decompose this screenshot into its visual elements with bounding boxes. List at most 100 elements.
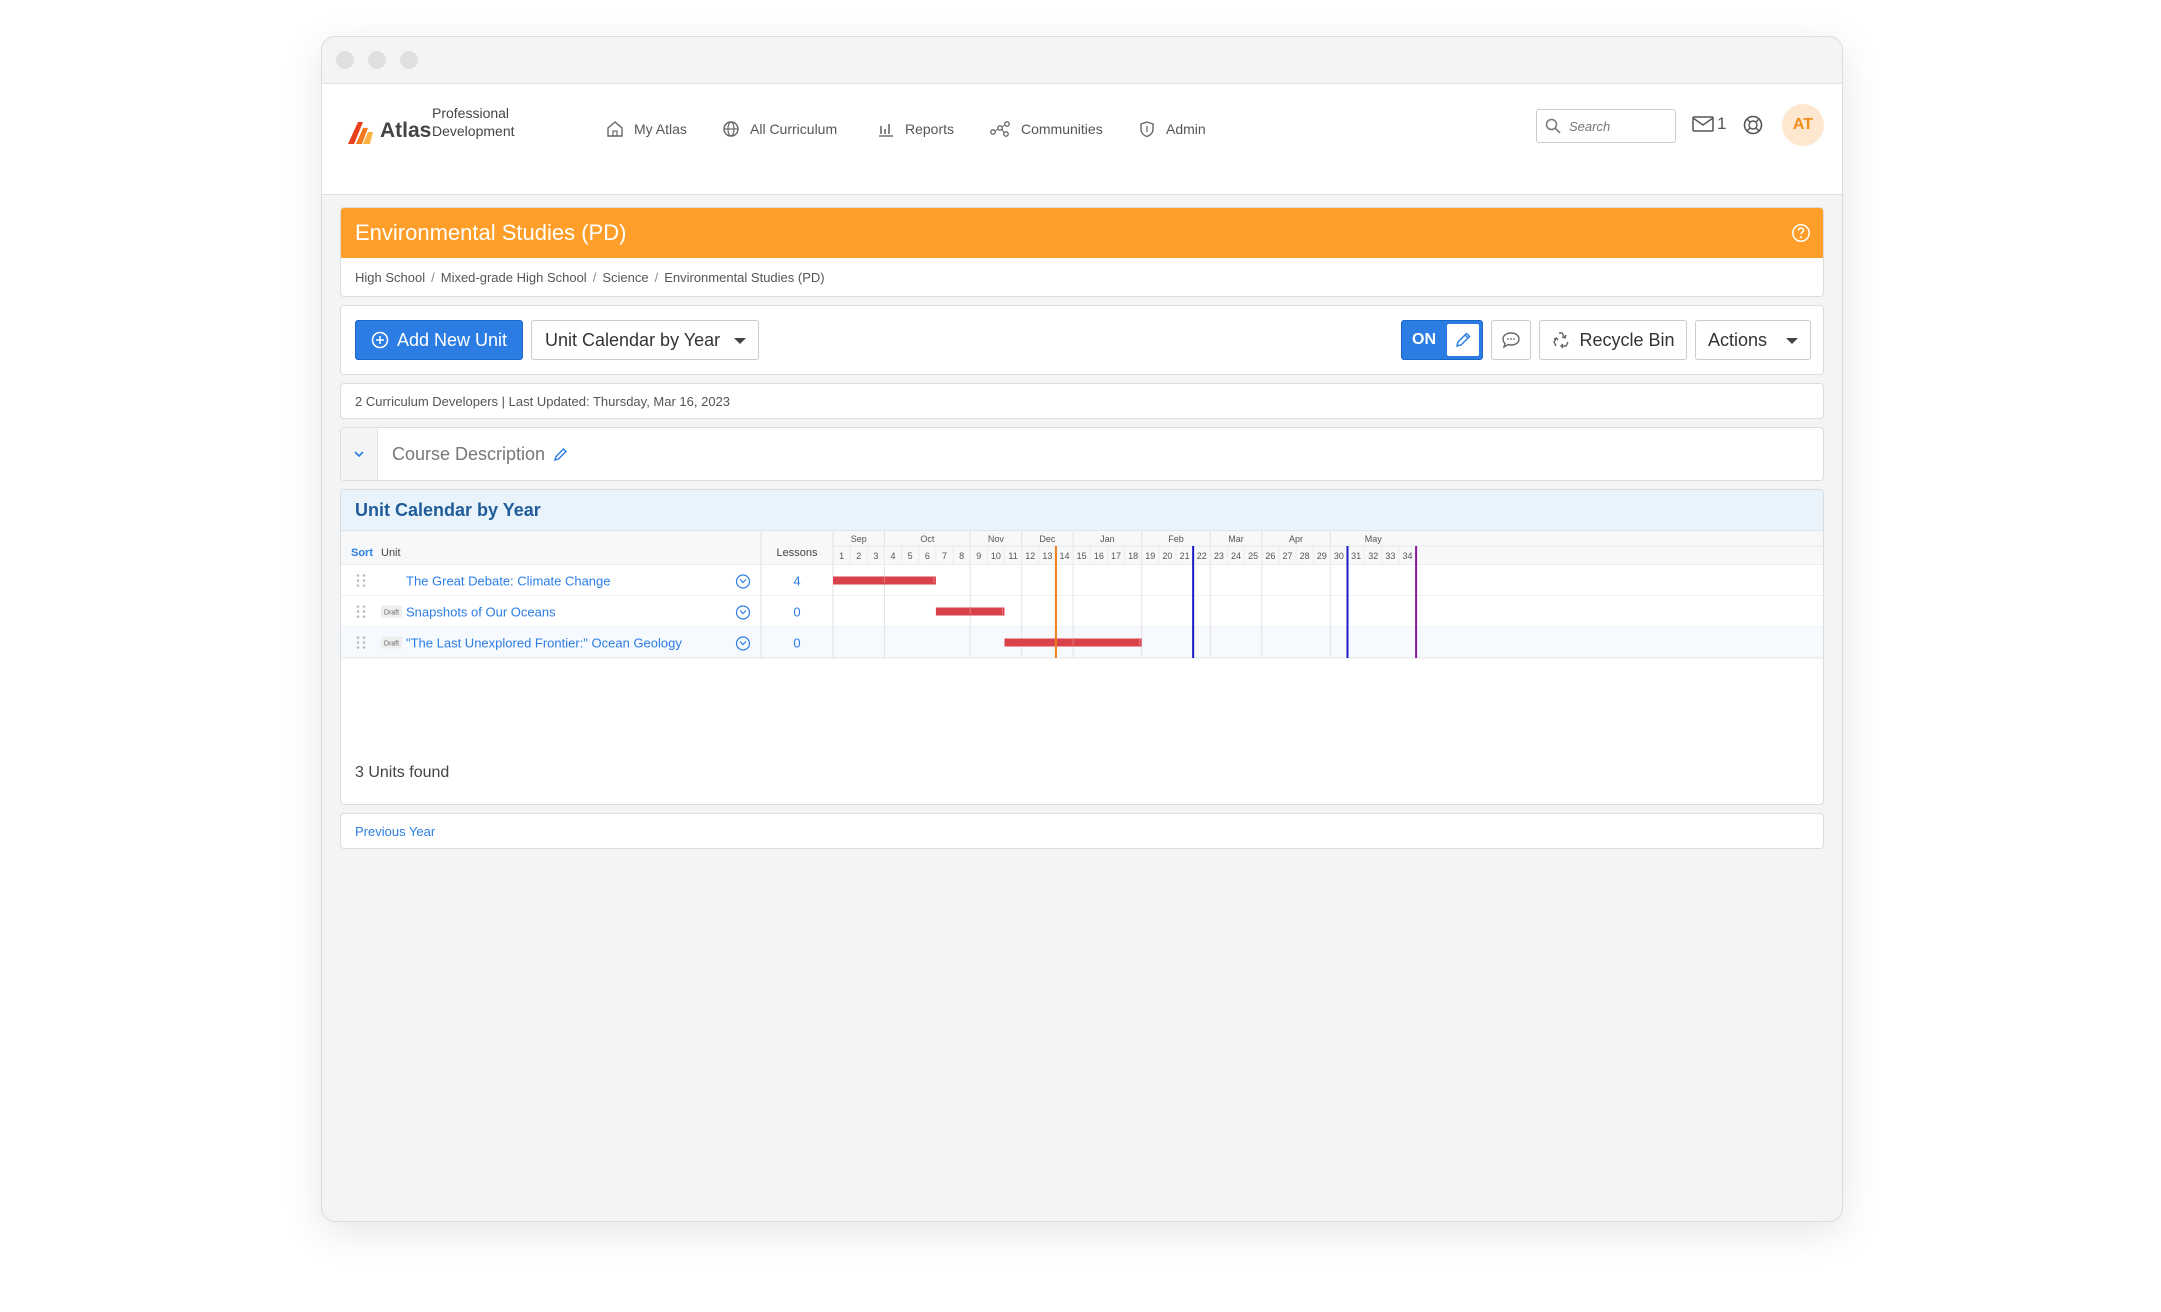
breadcrumb-item[interactable]: Mixed-grade High School xyxy=(441,270,587,285)
sort-header[interactable]: Sort xyxy=(351,547,373,559)
week-label: 19 xyxy=(1145,551,1155,561)
breadcrumb-item[interactable]: High School xyxy=(355,270,425,285)
window-close-dot[interactable] xyxy=(336,51,354,69)
drag-handle-icon[interactable] xyxy=(362,584,366,587)
week-label: 8 xyxy=(959,551,964,561)
month-label: Feb xyxy=(1168,534,1184,544)
drag-handle-icon[interactable] xyxy=(362,579,366,582)
month-label: Nov xyxy=(988,534,1005,544)
unit-title-link[interactable]: "The Last Unexplored Frontier:" Ocean Ge… xyxy=(406,636,682,651)
browser-window: Atlas Professional Development My Atlas … xyxy=(321,36,1843,1222)
unit-title-link[interactable]: Snapshots of Our Oceans xyxy=(406,605,556,620)
previous-year-link[interactable]: Previous Year xyxy=(355,824,435,839)
nav-my-atlas[interactable]: My Atlas xyxy=(606,116,687,142)
view-select-dropdown[interactable]: Unit Calendar by Year xyxy=(531,320,759,360)
mail-button[interactable]: 1 xyxy=(1692,114,1726,134)
month-label: May xyxy=(1365,534,1383,544)
comments-button[interactable] xyxy=(1491,320,1531,360)
draft-badge-label: Draft xyxy=(384,641,399,648)
course-meta: 2 Curriculum Developers | Last Updated: … xyxy=(340,383,1824,419)
window-maximize-dot[interactable] xyxy=(400,51,418,69)
window-titlebar xyxy=(322,37,1842,84)
week-label: 16 xyxy=(1094,551,1104,561)
draft-badge-label: Draft xyxy=(384,610,399,617)
week-label: 7 xyxy=(942,551,947,561)
drag-handle-icon[interactable] xyxy=(362,610,366,613)
add-new-unit-button[interactable]: Add New Unit xyxy=(355,320,523,360)
course-description-row[interactable]: Course Description xyxy=(340,427,1824,481)
nav-admin[interactable]: Admin xyxy=(1138,116,1206,142)
lessons-count[interactable]: 0 xyxy=(793,605,800,620)
chevron-down-icon xyxy=(354,451,364,458)
mail-count: 1 xyxy=(1717,114,1727,133)
week-label: 6 xyxy=(925,551,930,561)
collapse-toggle[interactable] xyxy=(341,428,378,480)
drag-handle-icon[interactable] xyxy=(362,574,366,577)
nav-label: Communities xyxy=(1021,121,1103,137)
window-minimize-dot[interactable] xyxy=(368,51,386,69)
nav-communities[interactable]: Communities xyxy=(989,116,1103,142)
nav-all-curriculum[interactable]: All Curriculum xyxy=(722,116,837,142)
recycle-bin-label: Recycle Bin xyxy=(1579,329,1675,350)
user-avatar[interactable]: AT xyxy=(1782,104,1824,146)
drag-handle-icon[interactable] xyxy=(356,584,360,587)
week-label: 2 xyxy=(856,551,861,561)
recycle-bin-button[interactable]: Recycle Bin xyxy=(1539,320,1687,360)
unit-calendar-card: Unit Calendar by Year Sort Unit Lessons Sep… xyxy=(340,489,1824,805)
drag-handle-icon[interactable] xyxy=(362,641,366,644)
nav-reports[interactable]: Reports xyxy=(877,116,954,142)
pencil-icon[interactable] xyxy=(553,446,569,462)
breadcrumb-item[interactable]: Science xyxy=(602,270,648,285)
course-toolbar: Add New Unit Unit Calendar by Year ON Re… xyxy=(340,305,1824,375)
drag-handle-icon[interactable] xyxy=(356,646,360,649)
month-label: Apr xyxy=(1289,534,1303,544)
breadcrumb-item[interactable]: Environmental Studies (PD) xyxy=(664,270,824,285)
unit-calendar-heading: Unit Calendar by Year xyxy=(341,490,1823,531)
week-label: 34 xyxy=(1403,551,1413,561)
nav-label: My Atlas xyxy=(634,121,687,137)
search-input[interactable] xyxy=(1567,117,1671,135)
drag-handle-icon[interactable] xyxy=(356,605,360,608)
lessons-count[interactable]: 4 xyxy=(793,574,800,589)
language-button[interactable] xyxy=(1742,114,1764,141)
actions-dropdown[interactable]: Actions xyxy=(1695,320,1811,360)
course-description-label: Course Description xyxy=(392,443,546,464)
week-label: 25 xyxy=(1248,551,1258,561)
week-label: 21 xyxy=(1180,551,1190,561)
week-label: 28 xyxy=(1300,551,1310,561)
nav-label: Admin xyxy=(1166,121,1206,137)
week-label: 22 xyxy=(1197,551,1207,561)
drag-handle-icon[interactable] xyxy=(362,615,366,618)
week-label: 26 xyxy=(1265,551,1275,561)
drag-handle-icon[interactable] xyxy=(356,610,360,613)
search-box[interactable] xyxy=(1536,109,1676,143)
help-globe-icon xyxy=(1743,115,1763,135)
lessons-count[interactable]: 0 xyxy=(793,636,800,651)
table-row-bg xyxy=(341,596,1823,627)
drag-handle-icon[interactable] xyxy=(362,636,366,639)
week-label: 27 xyxy=(1282,551,1292,561)
week-label: 30 xyxy=(1334,551,1344,561)
week-label: 13 xyxy=(1042,551,1052,561)
edit-mode-toggle[interactable]: ON xyxy=(1401,320,1483,360)
breadcrumb-separator: / xyxy=(654,269,659,285)
unit-title-link[interactable]: The Great Debate: Climate Change xyxy=(406,574,611,589)
week-label: 5 xyxy=(908,551,913,561)
question-circle-icon[interactable] xyxy=(1791,223,1811,243)
drag-handle-icon[interactable] xyxy=(362,605,366,608)
drag-handle-icon[interactable] xyxy=(356,615,360,618)
toggle-label: ON xyxy=(1412,331,1436,348)
drag-handle-icon[interactable] xyxy=(356,641,360,644)
globe-icon xyxy=(723,121,739,137)
drag-handle-icon[interactable] xyxy=(356,574,360,577)
nav-label: All Curriculum xyxy=(750,121,838,137)
week-label: 23 xyxy=(1214,551,1224,561)
week-label: 17 xyxy=(1111,551,1121,561)
atlas-logo[interactable]: Atlas xyxy=(346,109,431,153)
home-icon xyxy=(607,121,623,137)
week-label: 18 xyxy=(1128,551,1138,561)
drag-handle-icon[interactable] xyxy=(356,579,360,582)
drag-handle-icon[interactable] xyxy=(362,646,366,649)
week-label: 33 xyxy=(1385,551,1395,561)
drag-handle-icon[interactable] xyxy=(356,636,360,639)
